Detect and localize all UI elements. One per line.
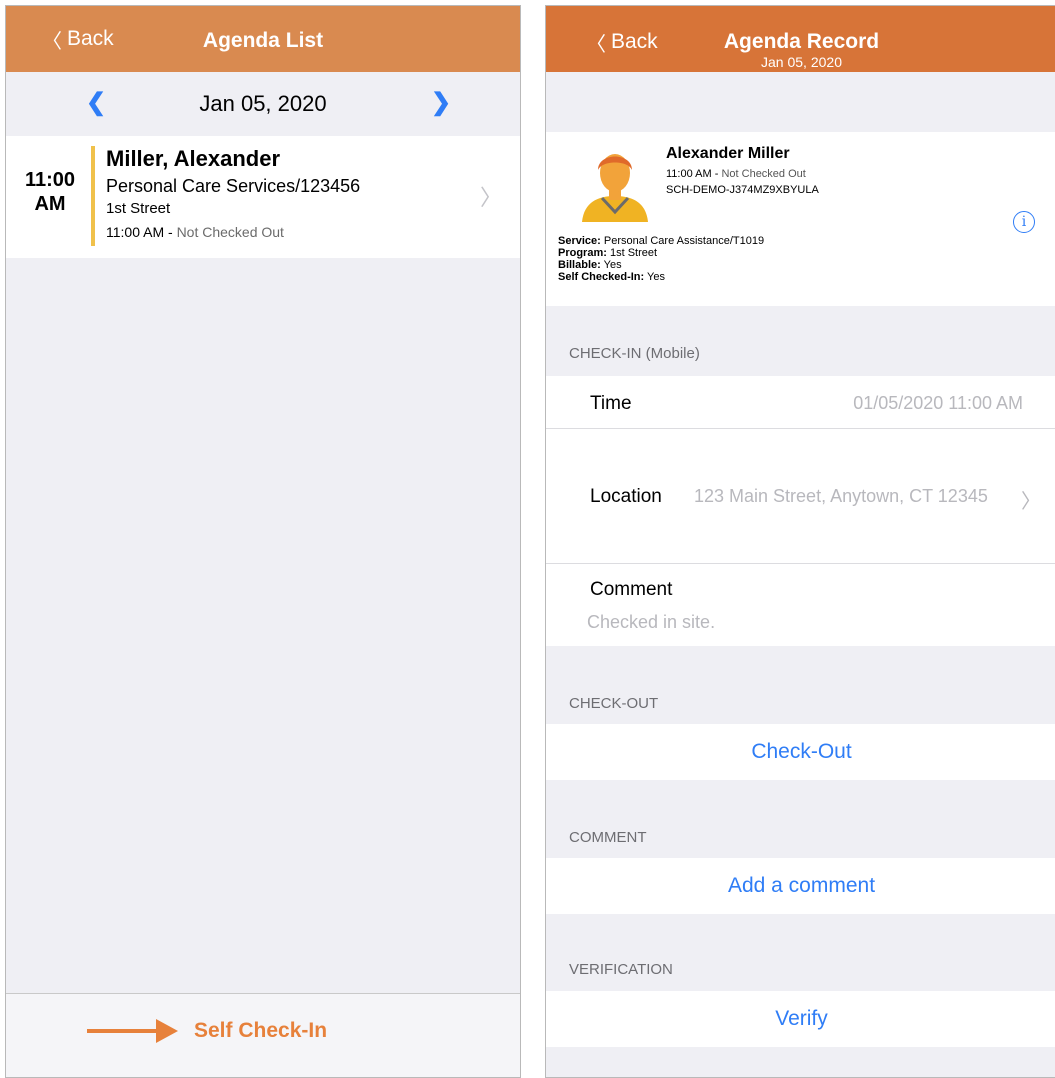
avatar: [582, 154, 648, 222]
comment-section-header: COMMENT: [569, 829, 647, 846]
chevron-right-icon: 〉: [1021, 491, 1041, 513]
visit-details: Service: Personal Care Assistance/T1019 …: [558, 235, 764, 283]
visit-status: 11:00 AM - Not Checked Out: [666, 168, 806, 180]
check-in-time-value: 01/05/2020 11:00 AM: [853, 393, 1023, 413]
check-in-group: Time 01/05/2020 11:00 AM Location 123 Ma…: [546, 376, 1055, 646]
arrow-head-icon: [156, 1019, 178, 1043]
appointment-period: AM: [34, 193, 66, 215]
navigation-bar: 〈 Back Agenda Record Jan 05, 2020: [546, 6, 1055, 72]
status-indicator-bar: [91, 146, 95, 246]
navigation-bar: 〈 Back Agenda List: [6, 6, 520, 72]
divider: [546, 563, 1055, 564]
date-selector: ❮ Jan 05, 2020 ❯: [6, 72, 520, 136]
client-profile-card: Alexander Miller 11:00 AM - Not Checked …: [546, 132, 1055, 306]
agenda-record-screen: 〈 Back Agenda Record Jan 05, 2020 Alexan…: [545, 5, 1055, 1078]
status-time: 11:00 AM -: [106, 224, 173, 240]
self-checked-detail: Self Checked-In: Yes: [558, 271, 764, 283]
check-in-location-value: 123 Main Street, Anytown, CT 12345: [694, 486, 988, 506]
program-value: 1st Street: [609, 247, 658, 259]
visit-status: 11:00 AM - Not Checked Out: [106, 224, 284, 240]
page-subtitle: Jan 05, 2020: [761, 54, 842, 70]
verification-section-header: VERIFICATION: [569, 961, 673, 978]
status-text: Not Checked Out: [721, 168, 806, 180]
bottom-toolbar: Self Check-In: [6, 993, 520, 1077]
program-detail: Program: 1st Street: [558, 247, 764, 259]
chevron-right-icon: 〉: [479, 185, 502, 210]
check-in-section-header: CHECK-IN (Mobile): [569, 345, 700, 362]
verify-button[interactable]: Verify: [546, 1007, 1055, 1031]
program-label: Program:: [558, 247, 607, 259]
check-out-group: Check-Out: [546, 724, 1055, 780]
status-text: Not Checked Out: [176, 224, 284, 240]
comment-label: Comment: [590, 579, 673, 600]
comment-group: Add a comment: [546, 858, 1055, 914]
check-out-button[interactable]: Check-Out: [546, 740, 1055, 764]
service-name: Personal Care Services/123456: [106, 176, 361, 196]
location-label: Location: [590, 486, 662, 507]
agenda-list-screen: 〈 Back Agenda List ❮ Jan 05, 2020 ❯ 11:0…: [5, 5, 521, 1078]
page-title: Agenda List: [202, 29, 324, 52]
billable-label: Billable:: [558, 259, 601, 271]
self-check-in-button[interactable]: Self Check-In: [194, 1019, 327, 1043]
schedule-id: SCH-DEMO-J374MZ9XBYULA: [666, 184, 819, 196]
check-out-section-header: CHECK-OUT: [569, 695, 659, 712]
appointment-hour: 11:00: [24, 169, 76, 191]
appointment-time: 11:00 AM: [15, 168, 85, 216]
verification-group: Verify: [546, 991, 1055, 1047]
check-in-comment-value: Checked in site.: [587, 612, 716, 632]
self-checked-label: Self Checked-In:: [558, 271, 645, 283]
current-date: Jan 05, 2020: [199, 91, 327, 116]
arrow-right-icon: [87, 1029, 159, 1033]
next-day-button[interactable]: ❯: [431, 88, 451, 117]
program-name: 1st Street: [106, 200, 171, 217]
page-title: Agenda Record: [723, 30, 880, 53]
previous-day-button[interactable]: ❮: [86, 88, 106, 117]
billable-detail: Billable: Yes: [558, 259, 764, 271]
billable-value: Yes: [603, 259, 622, 271]
add-comment-button[interactable]: Add a comment: [546, 874, 1055, 898]
agenda-list-item[interactable]: 11:00 AM Miller, Alexander Personal Care…: [6, 136, 520, 258]
self-checked-value: Yes: [647, 271, 665, 283]
client-name: Miller, Alexander: [106, 146, 281, 171]
service-label: Service:: [558, 235, 601, 247]
service-detail: Service: Personal Care Assistance/T1019: [558, 235, 764, 247]
client-name: Alexander Miller: [666, 145, 790, 162]
status-time: 11:00 AM -: [666, 168, 719, 180]
location-cell[interactable]: Location 123 Main Street, Anytown, CT 12…: [546, 429, 1055, 563]
time-label: Time: [590, 393, 632, 414]
service-value: Personal Care Assistance/T1019: [603, 235, 765, 247]
info-icon[interactable]: i: [1013, 211, 1035, 233]
